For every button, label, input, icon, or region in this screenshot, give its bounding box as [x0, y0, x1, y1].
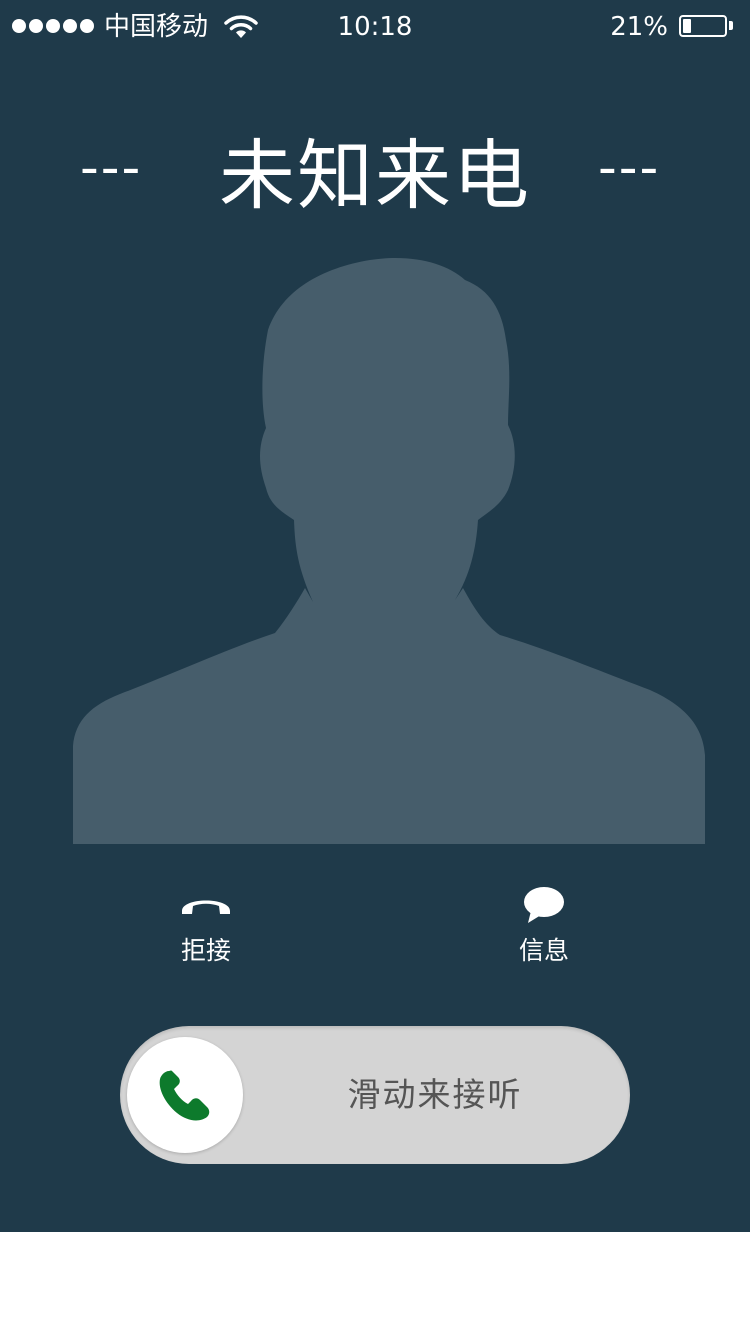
decline-label: 拒接	[180, 936, 231, 965]
message-button[interactable]: 信息	[474, 882, 614, 968]
title-decoration-right: ---	[598, 138, 661, 198]
slide-to-answer-track[interactable]: 滑动来接听	[120, 1026, 630, 1164]
decline-button[interactable]: 拒接	[136, 882, 276, 968]
answer-knob[interactable]	[127, 1037, 243, 1153]
slide-to-answer-label: 滑动来接听	[347, 1075, 523, 1114]
message-label: 信息	[518, 936, 569, 965]
battery-icon	[679, 15, 727, 37]
status-bar: 中国移动 10:18 21%	[0, 0, 750, 56]
phone-answer-icon	[159, 1070, 210, 1121]
battery-cap	[729, 21, 733, 30]
incoming-call-screen: 中国移动 10:18 21% --- 未知来电 --- 拒接 信息 滑动来接听	[0, 0, 750, 1232]
contact-silhouette-icon	[73, 258, 705, 844]
hang-up-icon	[182, 900, 230, 914]
chat-bubble-icon	[524, 887, 564, 923]
battery-level-fill	[683, 19, 691, 33]
battery-percentage: 21%	[610, 12, 668, 42]
